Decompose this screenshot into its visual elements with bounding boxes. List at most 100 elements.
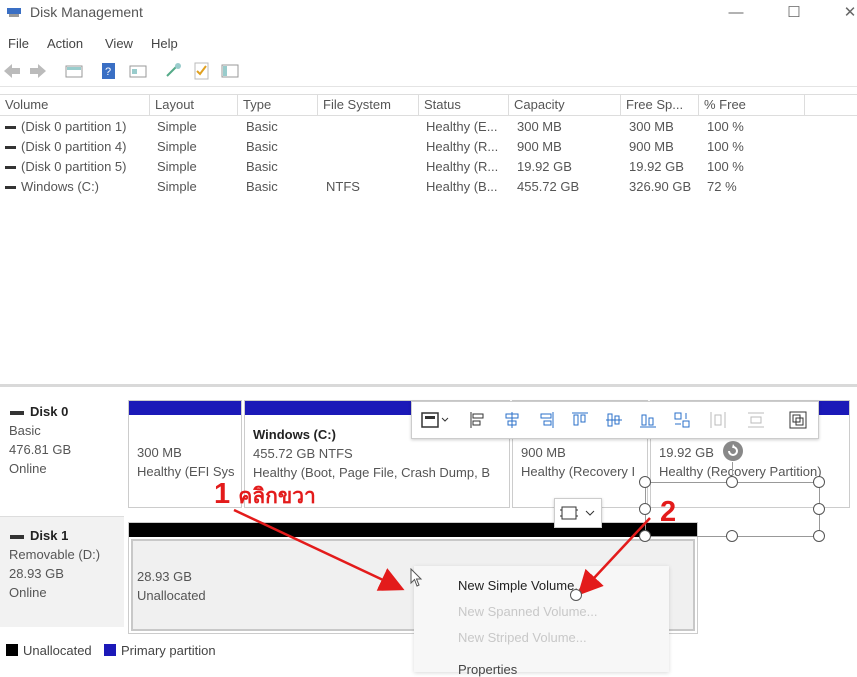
back-arrow-icon[interactable]	[2, 61, 22, 81]
frame-icon	[560, 506, 578, 520]
distribute-icon[interactable]	[672, 410, 692, 430]
properties-icon[interactable]	[128, 61, 148, 81]
legend-unallocated: Unallocated	[23, 643, 92, 658]
menu-help[interactable]: Help	[151, 36, 178, 51]
volume-free: 19.92 GB	[629, 159, 684, 174]
menu-action[interactable]: Action	[47, 36, 83, 51]
col-volume[interactable]: Volume	[0, 95, 150, 115]
volume-icon	[5, 186, 16, 190]
table-row[interactable]: Windows (C:) Simple Basic NTFS Healthy (…	[0, 177, 857, 197]
step-1-number: 1	[214, 478, 231, 510]
disk-1-type: Removable (D:)	[9, 547, 101, 562]
resize-handle[interactable]	[726, 476, 738, 488]
chevron-down-icon	[585, 510, 595, 516]
align-bottom-icon[interactable]	[638, 410, 658, 430]
disk-1-name: Disk 1	[30, 528, 69, 543]
table-row[interactable]: (Disk 0 partition 5) Simple Basic Health…	[0, 157, 857, 177]
volume-type: Basic	[246, 159, 278, 174]
disk-1-label[interactable]: Disk 1 Removable (D:) 28.93 GB Online	[0, 526, 122, 602]
resize-handle[interactable]	[813, 530, 825, 542]
checklist-icon[interactable]	[192, 61, 212, 81]
rescan-icon[interactable]	[164, 61, 184, 81]
volume-name: Windows (C:)	[21, 179, 100, 194]
volume-type: Basic	[246, 179, 278, 194]
col-type[interactable]: Type	[238, 95, 318, 115]
forward-arrow-icon[interactable]	[28, 61, 48, 81]
align-left-icon[interactable]	[468, 410, 488, 430]
pane-splitter[interactable]	[0, 384, 857, 387]
resize-handle[interactable]	[813, 476, 825, 488]
volume-capacity: 19.92 GB	[517, 159, 572, 174]
rotate-connector	[732, 462, 733, 476]
menu-properties[interactable]: Properties	[458, 662, 517, 677]
partition-size: 900 MB	[521, 445, 566, 460]
volume-free: 900 MB	[629, 139, 674, 154]
volume-list-header: Volume Layout Type File System Status Ca…	[0, 94, 857, 116]
resize-handle[interactable]	[639, 476, 651, 488]
minimize-button[interactable]: —	[716, 2, 756, 24]
volume-status: Healthy (E...	[426, 119, 498, 134]
toolbar: ?	[0, 58, 857, 87]
group-icon[interactable]	[788, 410, 808, 430]
partition-size: 300 MB	[137, 445, 182, 460]
menu-new-striped-volume: New Striped Volume...	[458, 630, 587, 645]
align-middle-icon[interactable]	[604, 410, 624, 430]
volume-type: Basic	[246, 139, 278, 154]
col-percent-free[interactable]: % Free	[699, 95, 805, 115]
col-file-system[interactable]: File System	[318, 95, 419, 115]
cursor-handle	[570, 589, 582, 601]
window-view-icon[interactable]	[220, 61, 240, 81]
disk-1-size: 28.93 GB	[9, 566, 64, 581]
volume-percent: 100 %	[707, 139, 744, 154]
annotation-step-1: 1 คลิกขวา	[214, 478, 316, 513]
menu-new-simple-volume[interactable]: New Simple Volume...	[458, 578, 585, 593]
menu-bar: File Action View Help	[0, 32, 857, 56]
resize-handle[interactable]	[813, 503, 825, 515]
disk-0-name: Disk 0	[30, 404, 69, 419]
step-1-text: คลิกขวา	[238, 485, 316, 508]
disk-list-icon[interactable]	[64, 61, 84, 81]
help-icon[interactable]: ?	[100, 61, 120, 81]
align-top-icon[interactable]	[570, 410, 590, 430]
partition-status: Unallocated	[137, 588, 206, 603]
volume-capacity: 455.72 GB	[517, 179, 580, 194]
volume-percent: 100 %	[707, 159, 744, 174]
partition-size: 455.72 GB NTFS	[253, 446, 353, 461]
rotate-handle-icon[interactable]	[722, 440, 744, 462]
maximize-button[interactable]: ☐	[774, 2, 814, 24]
volume-name: (Disk 0 partition 5)	[21, 159, 127, 174]
menu-file[interactable]: File	[8, 36, 29, 51]
volume-icon	[5, 166, 16, 170]
volume-icon	[5, 126, 16, 130]
resize-handle[interactable]	[639, 530, 651, 542]
col-layout[interactable]: Layout	[150, 95, 238, 115]
volume-status: Healthy (B...	[426, 179, 498, 194]
volume-fs: NTFS	[326, 179, 360, 194]
volume-status: Healthy (R...	[426, 139, 499, 154]
menu-view[interactable]: View	[105, 36, 133, 51]
col-capacity[interactable]: Capacity	[509, 95, 621, 115]
alignment-toolbar	[411, 401, 819, 439]
align-right-icon[interactable]	[536, 410, 556, 430]
volume-type: Basic	[246, 119, 278, 134]
resize-handle[interactable]	[639, 503, 651, 515]
col-free-space[interactable]: Free Sp...	[621, 95, 699, 115]
volume-free: 326.90 GB	[629, 179, 692, 194]
table-row[interactable]: (Disk 0 partition 4) Simple Basic Health…	[0, 137, 857, 157]
align-center-icon[interactable]	[502, 410, 522, 430]
disk-0-label[interactable]: Disk 0 Basic 476.81 GB Online	[0, 402, 122, 478]
col-status[interactable]: Status	[419, 95, 509, 115]
volume-status: Healthy (R...	[426, 159, 499, 174]
close-button[interactable]: ✕	[830, 2, 857, 24]
distribute-vertical-icon[interactable]	[746, 410, 766, 430]
distribute-horizontal-icon[interactable]	[708, 410, 728, 430]
volume-percent: 72 %	[707, 179, 737, 194]
layout-dropdown-icon[interactable]	[420, 410, 450, 430]
disk-icon	[10, 534, 24, 539]
disk-0-status: Online	[9, 461, 47, 476]
volume-name: (Disk 0 partition 4)	[21, 139, 127, 154]
resize-handle[interactable]	[726, 530, 738, 542]
frame-button[interactable]	[554, 498, 602, 528]
table-row[interactable]: (Disk 0 partition 1) Simple Basic Health…	[0, 117, 857, 137]
volume-layout: Simple	[157, 119, 197, 134]
